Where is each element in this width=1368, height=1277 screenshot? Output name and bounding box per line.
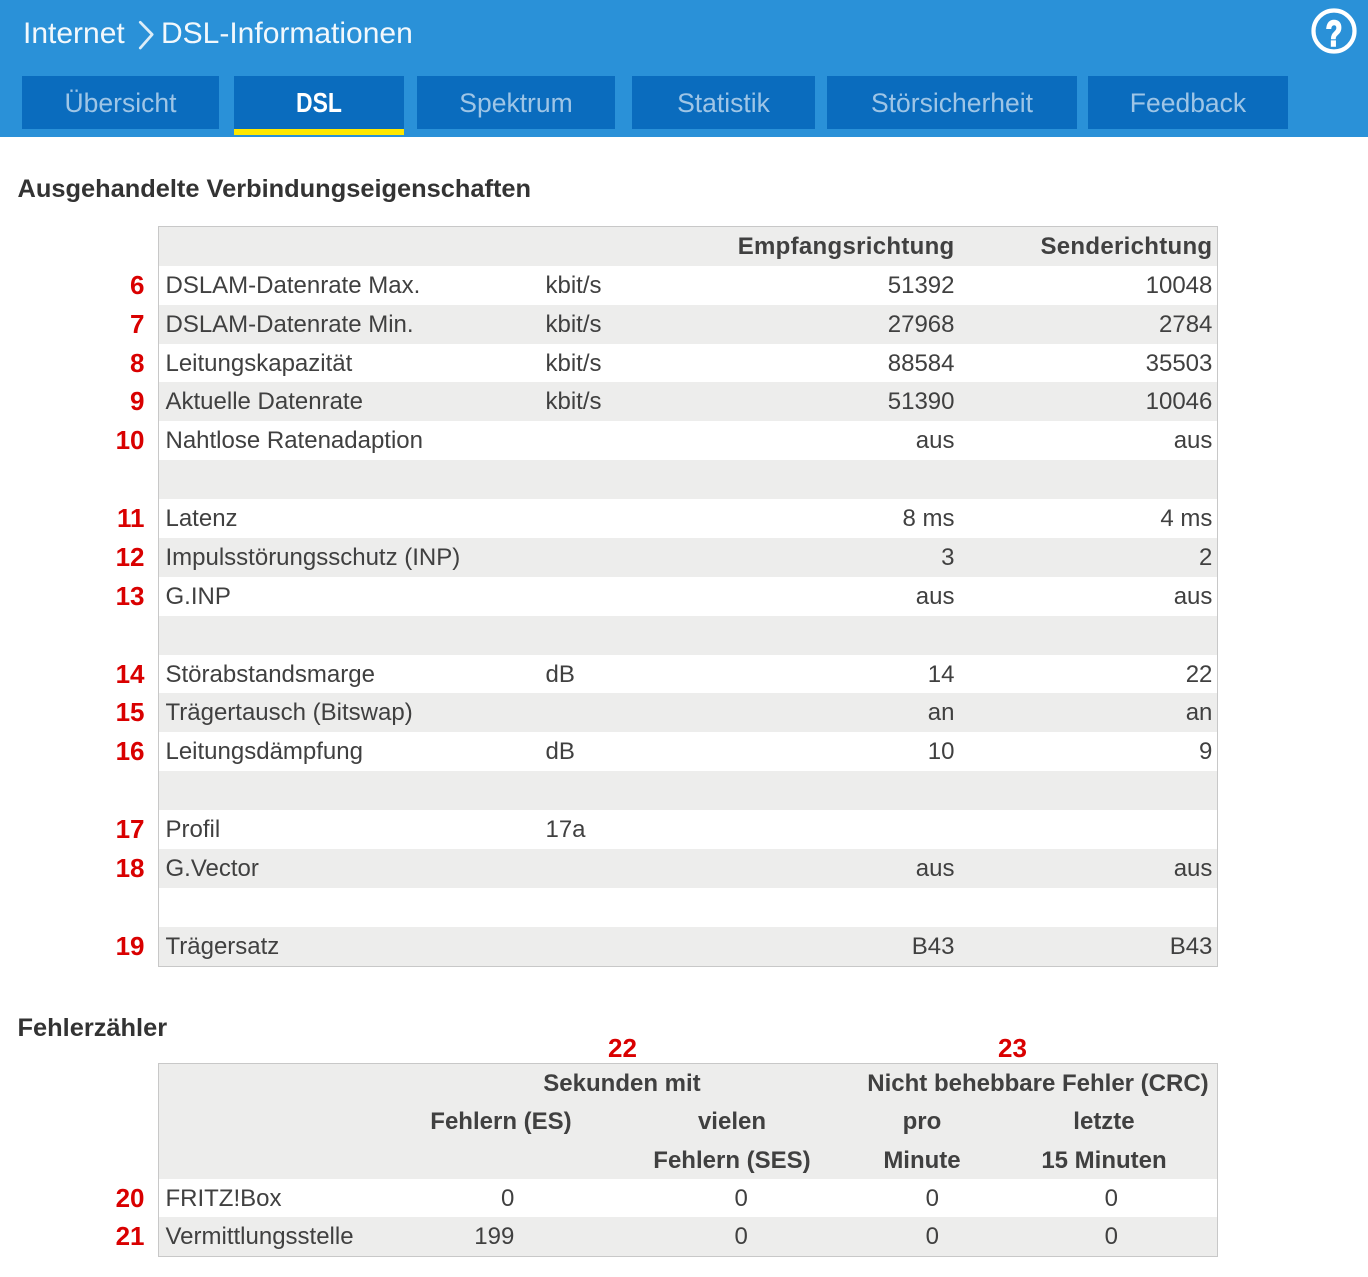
svg-text:?: ?	[1326, 13, 1343, 54]
